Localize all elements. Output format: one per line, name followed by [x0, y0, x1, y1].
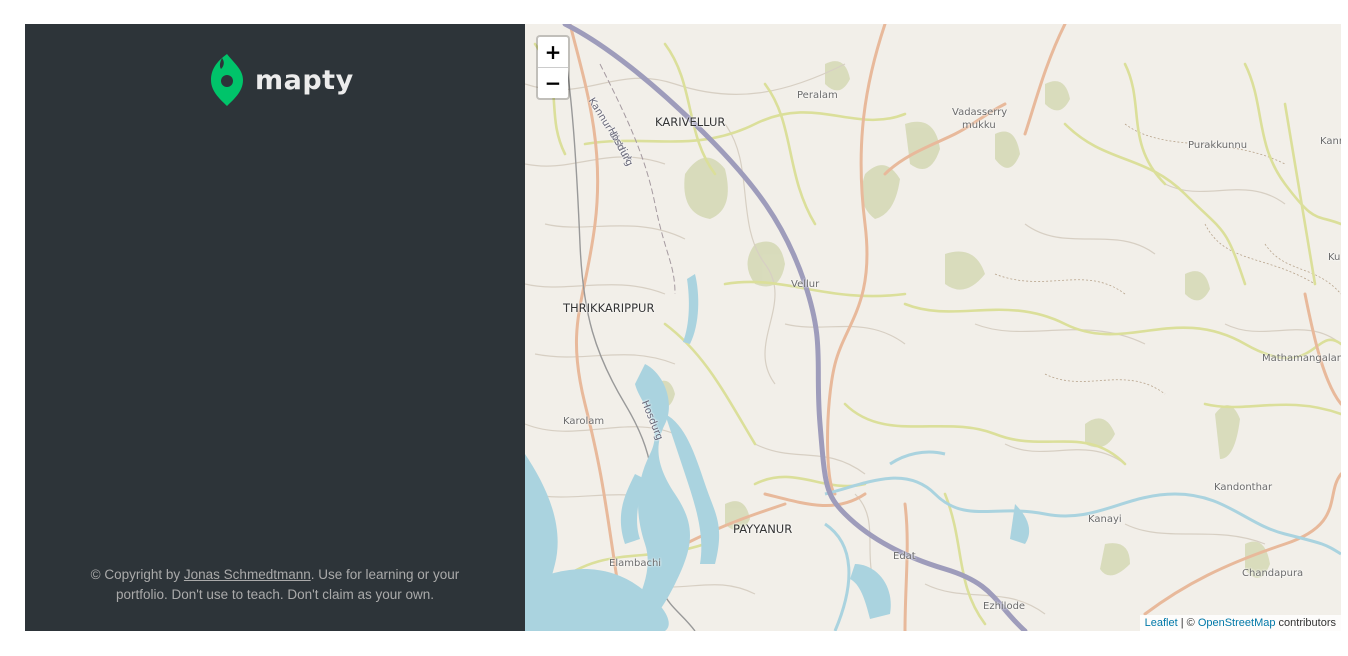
sidebar: mapty © Copyright by Jonas Schmedtmann. … — [25, 24, 525, 631]
leaflet-link[interactable]: Leaflet — [1145, 617, 1178, 629]
openstreetmap-link[interactable]: OpenStreetMap — [1198, 617, 1276, 629]
app-container: mapty © Copyright by Jonas Schmedtmann. … — [25, 24, 1341, 631]
map[interactable]: KARIVELLUR Peralam Vadasserry mukku Pura… — [525, 24, 1341, 631]
map-label-mathamangalam: Mathamangalam — [1262, 353, 1341, 364]
map-label-kanayi: Kanayi — [1088, 514, 1122, 525]
map-label-thrikkarippur: THRIKKARIPPUR — [563, 301, 655, 315]
map-tiles[interactable] — [525, 24, 1341, 631]
map-attribution: Leaflet | © OpenStreetMap contributors — [1139, 615, 1341, 631]
map-label-chandapura: Chandapura — [1242, 568, 1304, 579]
map-label-ku: Ku — [1328, 252, 1341, 263]
copyright-text: © Copyright by Jonas Schmedtmann. Use fo… — [75, 565, 475, 605]
map-label-kandonthar: Kandonthar — [1214, 482, 1273, 493]
zoom-control: + − — [536, 35, 570, 100]
map-label-elambachi: Elambachi — [609, 558, 662, 569]
map-label-mukku: mukku — [962, 120, 996, 131]
copyright-prefix: © Copyright by — [90, 566, 184, 582]
map-label-payyanur: PAYYANUR — [733, 522, 793, 536]
logo-text: mapty — [255, 64, 354, 96]
map-label-kanr: Kanr — [1320, 136, 1341, 147]
map-label-vellur: Vellur — [791, 279, 820, 290]
attribution-separator: | © — [1177, 617, 1198, 629]
map-label-purakkunnu: Purakkunnu — [1188, 140, 1248, 151]
map-pin-icon — [211, 54, 243, 106]
map-label-peralam: Peralam — [797, 90, 838, 101]
map-label-karolam: Karolam — [563, 416, 605, 427]
zoom-out-button[interactable]: − — [538, 67, 568, 98]
map-label-vadasserry: Vadasserry — [952, 107, 1008, 118]
map-label-ezhilode: Ezhilode — [983, 601, 1026, 612]
author-link[interactable]: Jonas Schmedtmann — [184, 567, 311, 582]
attribution-suffix: contributors — [1275, 617, 1336, 629]
map-label-edat: Edat — [893, 551, 916, 562]
zoom-in-button[interactable]: + — [538, 37, 568, 67]
map-label-karivellur: KARIVELLUR — [655, 115, 726, 129]
logo: mapty — [211, 54, 354, 106]
